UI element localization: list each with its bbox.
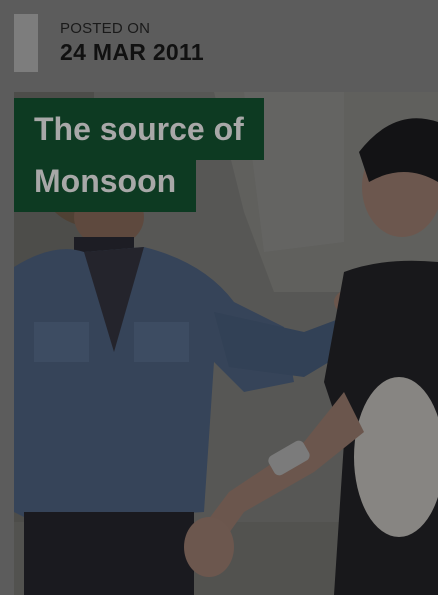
posted-on-label: POSTED ON [60,20,151,37]
post-title[interactable]: The source of Monsoon [14,98,274,212]
post-date[interactable]: 24 MAR 2011 [60,38,204,66]
post-meta: POSTED ON 24 MAR 2011 [14,14,204,72]
meta-text: POSTED ON 24 MAR 2011 [38,14,204,72]
post-title-line-1[interactable]: The source of [14,98,264,160]
post-title-line-2[interactable]: Monsoon [14,160,197,212]
page: POSTED ON 24 MAR 2011 The source of Mons… [0,0,438,595]
meta-accent-bar [14,14,38,72]
